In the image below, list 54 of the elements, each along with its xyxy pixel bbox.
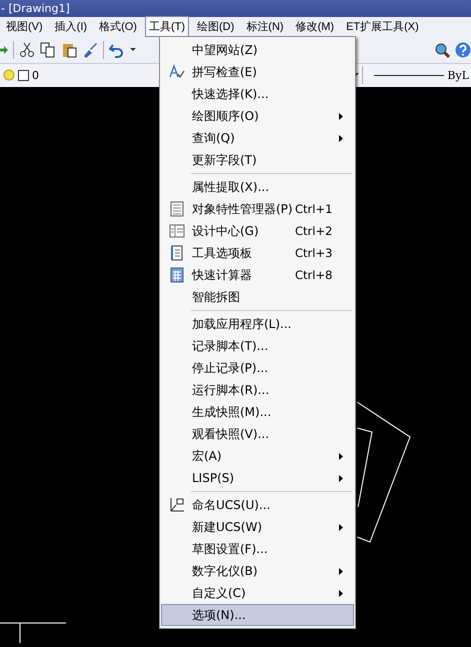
menu-item[interactable]: 加载应用程序(L)... [161, 313, 354, 335]
menu-item[interactable]: LISP(S) [161, 467, 354, 489]
menu-item[interactable]: 记录脚本(T)... [161, 335, 354, 357]
menu-item[interactable]: 生成快照(M)... [161, 401, 354, 423]
window-title: - [Drawing1] [0, 2, 70, 15]
undo-icon[interactable] [109, 42, 125, 58]
menu-item[interactable]: 快速计算器 Ctrl+8 [161, 264, 354, 286]
paste-icon[interactable] [61, 42, 77, 58]
menu-item[interactable]: 属性提取(X)... [161, 176, 354, 198]
menu-item[interactable]: 更新字段(T) [161, 149, 354, 171]
menu-item[interactable]: 绘图(D) [193, 16, 238, 37]
menu-item[interactable]: 自定义(C) [161, 582, 354, 604]
menu-item[interactable]: 智能拆图 [161, 286, 354, 308]
menu-item[interactable]: ET扩展工具(X) [342, 16, 423, 37]
menu-item[interactable]: 修改(M) [292, 16, 338, 37]
calculator-icon [169, 267, 185, 283]
color-swatch [18, 70, 29, 81]
menu-item[interactable]: 查询(Q) [161, 127, 354, 149]
copy-icon[interactable] [40, 42, 56, 58]
menu-item[interactable]: 对象特性管理器(P) Ctrl+1 [161, 198, 354, 220]
linetype-line [374, 74, 444, 76]
menu-item[interactable]: 绘图顺序(O) [161, 105, 354, 127]
linetype-name[interactable]: ByL [447, 68, 471, 82]
cut-icon[interactable] [19, 42, 35, 58]
menu-item[interactable]: 命名UCS(U)... [161, 494, 354, 516]
menu-item[interactable]: 中望网站(Z) [161, 39, 354, 61]
menu-item[interactable]: 工具选项板 Ctrl+3 [161, 242, 354, 264]
caret-icon[interactable] [130, 48, 136, 52]
menu-item[interactable]: 视图(V) [2, 16, 47, 37]
menu-item[interactable]: 选项(N)... [161, 604, 354, 626]
help-icon[interactable] [455, 42, 471, 58]
menu-item[interactable]: 宏(A) [161, 445, 354, 467]
menu-item[interactable]: 拼写检查(E) [161, 61, 354, 83]
menu-item[interactable]: 数字化仪(B) [161, 560, 354, 582]
menu-item[interactable]: 观看快照(V)... [161, 423, 354, 445]
menu-item[interactable]: 工具(T) [144, 16, 189, 37]
menu-item[interactable]: 设计中心(G) Ctrl+2 [161, 220, 354, 242]
menu-item[interactable]: 格式(O) [95, 16, 141, 37]
panes-icon [169, 223, 185, 239]
menu-item[interactable]: 运行脚本(R)... [161, 379, 354, 401]
spell-check-icon [169, 64, 185, 80]
search-icon[interactable] [434, 42, 450, 58]
brush-icon[interactable] [82, 42, 98, 58]
menu-item[interactable]: 标注(N) [242, 16, 288, 37]
menu-item[interactable]: 停止记录(P)... [161, 357, 354, 379]
document-icon [169, 245, 185, 261]
menu-item[interactable]: 快速选择(K)... [161, 83, 354, 105]
menu-item[interactable]: 草图设置(F)... [161, 538, 354, 560]
menu-item[interactable]: 插入(I) [50, 16, 92, 37]
table-icon [169, 201, 185, 217]
crosshair-drawing [0, 622, 66, 644]
menu-item[interactable]: 新建UCS(W) [161, 516, 354, 538]
layer-name[interactable]: 0 [32, 68, 39, 82]
ucs-icon [169, 497, 185, 513]
